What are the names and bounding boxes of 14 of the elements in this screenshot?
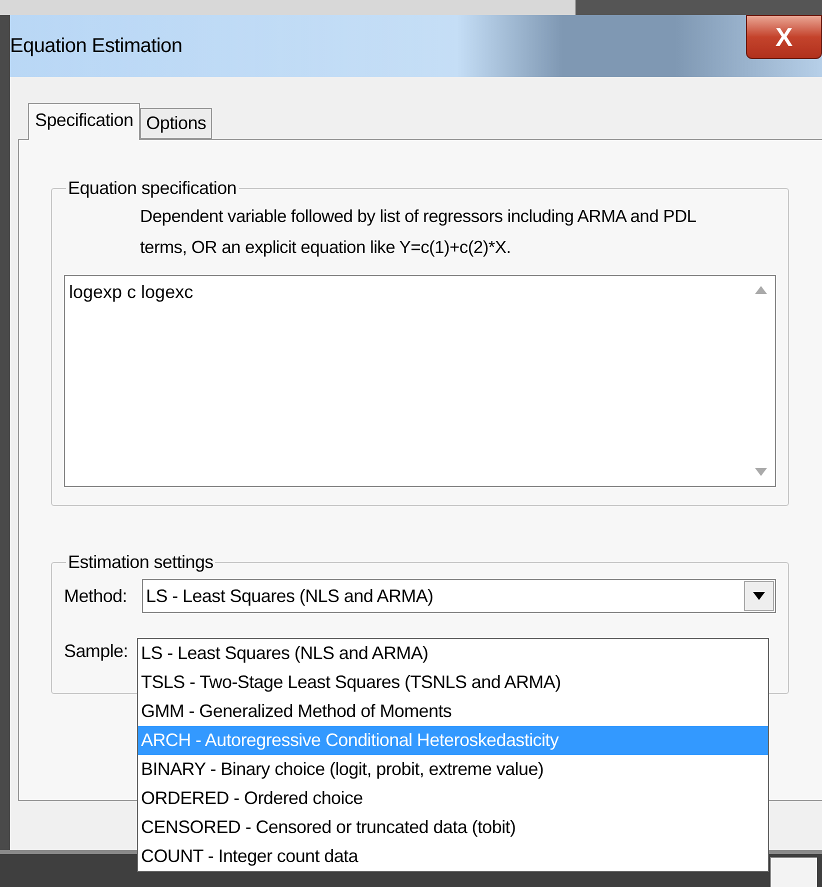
description-text: Dependent variable followed by list of regressors including ARMA and PDL terms, OR an explicit equation like Y=c(1)+c(2)*X. bbox=[140, 205, 697, 259]
dialog-button[interactable] bbox=[770, 857, 817, 887]
sample-label: Sample: bbox=[64, 640, 129, 662]
method-dropdown[interactable]: LS - Least Squares (NLS and ARMA) bbox=[142, 579, 776, 613]
method-label: Method: bbox=[64, 586, 128, 606]
window-title: Equation Estimation bbox=[10, 34, 182, 58]
equation-field[interactable]: logexp c logexc bbox=[64, 275, 776, 487]
close-button[interactable]: X bbox=[746, 15, 822, 59]
tab[interactable]: Options bbox=[140, 108, 212, 139]
scroll-up-icon[interactable] bbox=[755, 286, 767, 294]
group-title: Equation specification bbox=[67, 178, 238, 199]
group-title: Estimation settings bbox=[67, 552, 214, 573]
scroll-down-icon[interactable] bbox=[755, 468, 767, 476]
tab[interactable]: Specification bbox=[28, 103, 140, 140]
